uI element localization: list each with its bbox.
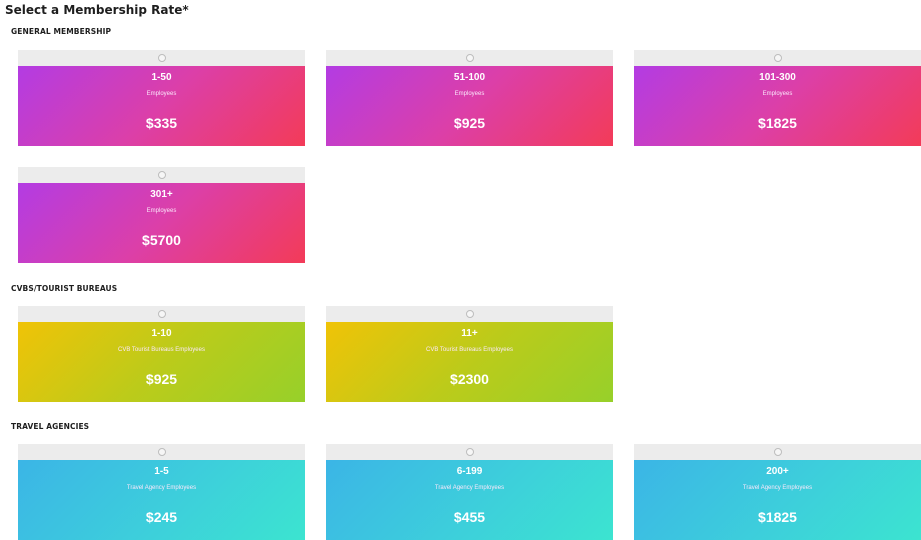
radio-button[interactable] — [773, 54, 782, 62]
card-price: $925 — [453, 115, 486, 131]
card-range: 101-300 — [759, 72, 796, 83]
card-range: 1-50 — [151, 72, 172, 83]
card-description: Travel Agency Employees — [434, 485, 505, 491]
card-body[interactable]: 301+ Employees $5700 — [18, 183, 305, 263]
card-radio-bar[interactable] — [634, 444, 921, 460]
radio-button[interactable] — [465, 448, 474, 456]
card-price: $5700 — [142, 232, 181, 248]
card-range: 200+ — [766, 466, 789, 477]
rate-card-general-1-50[interactable]: 1-50 Employees $335 — [18, 50, 305, 146]
card-body[interactable]: 200+ Travel Agency Employees $1825 — [634, 460, 921, 540]
rate-card-cvb-11-plus[interactable]: 11+ CVB Tourist Bureaus Employees $2300 — [326, 306, 613, 402]
card-price: $1825 — [758, 115, 797, 131]
card-range: 11+ — [461, 328, 478, 339]
card-body[interactable]: 6-199 Travel Agency Employees $455 — [326, 460, 613, 540]
card-body[interactable]: 1-5 Travel Agency Employees $245 — [18, 460, 305, 540]
card-radio-bar[interactable] — [326, 50, 613, 66]
card-radio-bar[interactable] — [18, 50, 305, 66]
rate-card-general-101-300[interactable]: 101-300 Employees $1825 — [634, 50, 921, 146]
radio-button[interactable] — [465, 54, 474, 62]
card-description: CVB Tourist Bureaus Employees — [426, 347, 513, 353]
card-description: Employees — [146, 208, 177, 214]
card-range: 1-5 — [154, 466, 169, 477]
card-price: $2300 — [450, 371, 489, 387]
card-description: Travel Agency Employees — [742, 485, 813, 491]
rate-card-general-301-plus[interactable]: 301+ Employees $5700 — [18, 167, 305, 263]
card-body[interactable]: 101-300 Employees $1825 — [634, 66, 921, 146]
card-range: 1-10 — [151, 328, 172, 339]
radio-button[interactable] — [157, 310, 166, 318]
radio-button[interactable] — [157, 171, 166, 179]
card-price: $245 — [145, 509, 178, 525]
rate-card-travel-6-199[interactable]: 6-199 Travel Agency Employees $455 — [326, 444, 613, 540]
card-range: 301+ — [150, 189, 173, 200]
rate-card-general-51-100[interactable]: 51-100 Employees $925 — [326, 50, 613, 146]
card-radio-bar[interactable] — [18, 167, 305, 183]
card-price: $925 — [145, 371, 178, 387]
page-title: Select a Membership Rate* — [5, 3, 189, 17]
card-radio-bar[interactable] — [18, 306, 305, 322]
radio-button[interactable] — [157, 54, 166, 62]
rate-card-travel-200-plus[interactable]: 200+ Travel Agency Employees $1825 — [634, 444, 921, 540]
card-radio-bar[interactable] — [326, 444, 613, 460]
card-body[interactable]: 11+ CVB Tourist Bureaus Employees $2300 — [326, 322, 613, 402]
rate-card-cvb-1-10[interactable]: 1-10 CVB Tourist Bureaus Employees $925 — [18, 306, 305, 402]
rate-card-travel-1-5[interactable]: 1-5 Travel Agency Employees $245 — [18, 444, 305, 540]
card-price: $335 — [145, 115, 178, 131]
card-description: Employees — [454, 91, 485, 97]
card-radio-bar[interactable] — [326, 306, 613, 322]
card-range: 6-199 — [456, 466, 483, 477]
radio-button[interactable] — [773, 448, 782, 456]
section-title-travel: TRAVEL AGENCIES — [11, 422, 90, 431]
card-body[interactable]: 51-100 Employees $925 — [326, 66, 613, 146]
card-description: Employees — [762, 91, 793, 97]
section-title-general: GENERAL MEMBERSHIP — [11, 27, 112, 36]
radio-button[interactable] — [157, 448, 166, 456]
card-radio-bar[interactable] — [18, 444, 305, 460]
card-description: CVB Tourist Bureaus Employees — [118, 347, 205, 353]
card-radio-bar[interactable] — [634, 50, 921, 66]
card-body[interactable]: 1-50 Employees $335 — [18, 66, 305, 146]
card-description: Employees — [146, 91, 177, 97]
card-description: Travel Agency Employees — [126, 485, 197, 491]
card-range: 51-100 — [453, 72, 486, 83]
card-price: $455 — [453, 509, 486, 525]
section-title-cvbs: CVBS/TOURIST BUREAUS — [11, 284, 118, 293]
radio-button[interactable] — [465, 310, 474, 318]
card-body[interactable]: 1-10 CVB Tourist Bureaus Employees $925 — [18, 322, 305, 402]
card-price: $1825 — [758, 509, 797, 525]
